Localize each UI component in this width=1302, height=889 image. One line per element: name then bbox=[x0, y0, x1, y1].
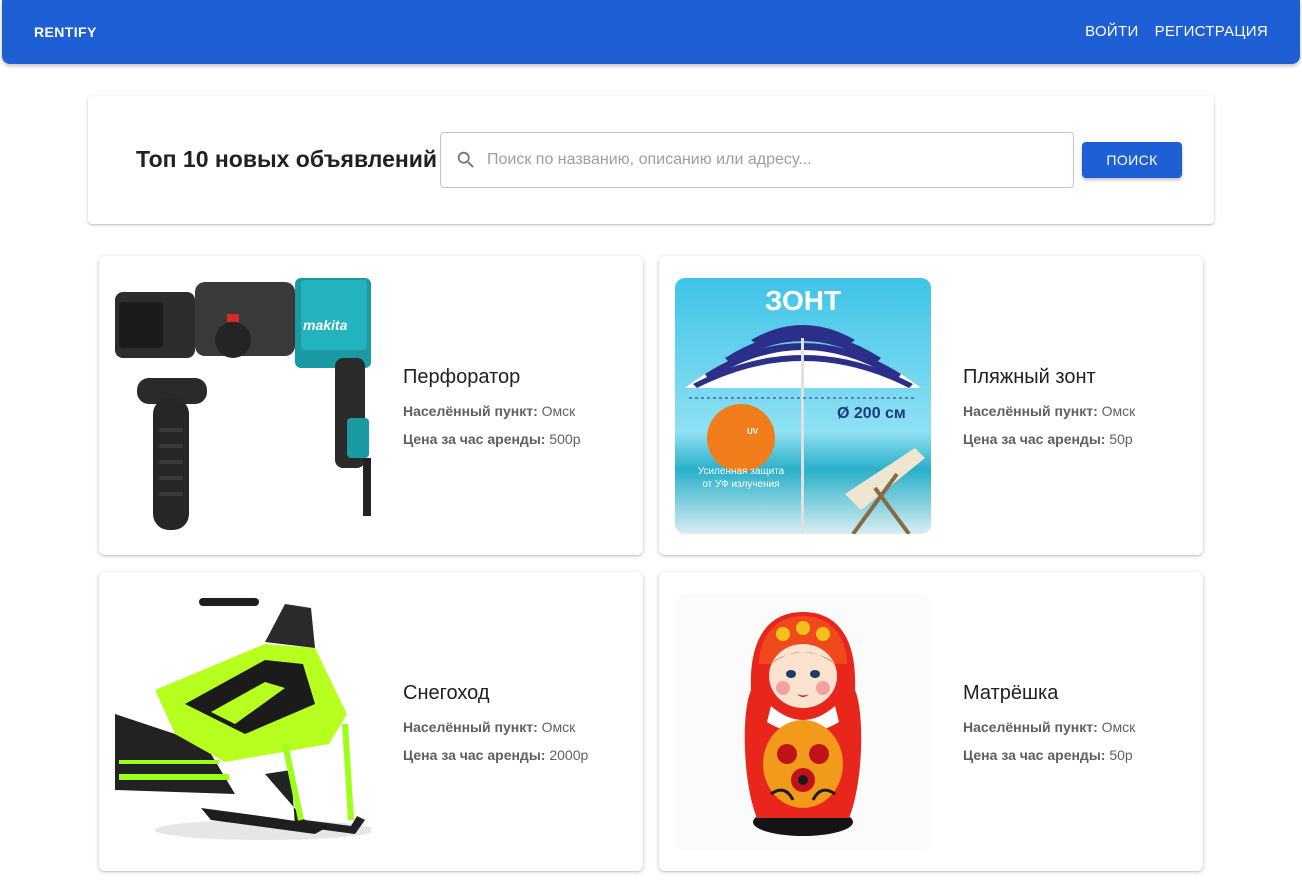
city-label: Населённый пункт: bbox=[403, 719, 538, 735]
price-value: 50р bbox=[1109, 747, 1133, 763]
listing-info: Пляжный зонт Населённый пункт: Омск Цена… bbox=[963, 366, 1135, 459]
listing-card[interactable]: makita Перфоратор Населённый пункт: Омск… bbox=[99, 256, 643, 555]
listing-info: Перфоратор Населённый пункт: Омск Цена з… bbox=[403, 366, 581, 459]
top-nav: ВОЙТИ РЕГИСТРАЦИЯ bbox=[1085, 23, 1268, 40]
uv-caption-2: от УФ излучения bbox=[702, 479, 779, 490]
city-value: Омск bbox=[1101, 403, 1136, 419]
search-input[interactable] bbox=[487, 133, 1057, 187]
city-label: Населённый пункт: bbox=[963, 719, 1098, 735]
listing-card[interactable]: ЗОНТ Ø 200 см UV Усиленная защита от УФ … bbox=[659, 256, 1203, 555]
listing-city: Населённый пункт: Омск bbox=[403, 719, 588, 735]
city-value: Омск bbox=[541, 719, 576, 735]
login-button[interactable]: ВОЙТИ bbox=[1085, 23, 1138, 40]
matryoshka-image bbox=[675, 594, 931, 850]
app-bar: RENTIFY ВОЙТИ РЕГИСТРАЦИЯ bbox=[2, 0, 1300, 64]
listing-price: Цена за час аренды: 2000р bbox=[403, 747, 588, 763]
price-label: Цена за час аренды: bbox=[403, 431, 546, 447]
search-icon bbox=[457, 151, 474, 168]
listing-card[interactable]: Матрёшка Населённый пункт: Омск Цена за … bbox=[659, 572, 1203, 871]
listing-price: Цена за час аренды: 50р bbox=[963, 747, 1135, 763]
register-button[interactable]: РЕГИСТРАЦИЯ bbox=[1155, 23, 1268, 40]
city-label: Населённый пункт: bbox=[963, 403, 1098, 419]
listing-title: Снегоход bbox=[403, 682, 490, 704]
umbrella-size: Ø 200 см bbox=[837, 405, 906, 422]
search-field[interactable] bbox=[440, 132, 1074, 188]
snowmobile-image bbox=[115, 594, 371, 850]
listing-price: Цена за час аренды: 50р bbox=[963, 431, 1135, 447]
listing-info: Снегоход Населённый пункт: Омск Цена за … bbox=[403, 682, 588, 775]
umbrella-heading: ЗОНТ bbox=[765, 285, 841, 316]
price-label: Цена за час аренды: bbox=[963, 747, 1106, 763]
uv-label: UV bbox=[747, 427, 759, 436]
price-value: 2000р bbox=[549, 747, 589, 763]
city-value: Омск bbox=[1101, 719, 1136, 735]
listing-title: Пляжный зонт bbox=[963, 366, 1096, 388]
search-panel: Топ 10 новых объявлений ПОИСК bbox=[88, 96, 1214, 224]
price-value: 50р bbox=[1109, 431, 1133, 447]
listing-city: Населённый пункт: Омск bbox=[963, 403, 1135, 419]
svg-text:makita: makita bbox=[303, 317, 348, 333]
listing-city: Населённый пункт: Омск bbox=[963, 719, 1135, 735]
listing-price: Цена за час аренды: 500р bbox=[403, 431, 581, 447]
listing-card[interactable]: Снегоход Населённый пункт: Омск Цена за … bbox=[99, 572, 643, 871]
city-label: Населённый пункт: bbox=[403, 403, 538, 419]
listing-city: Населённый пункт: Омск bbox=[403, 403, 581, 419]
listing-info: Матрёшка Населённый пункт: Омск Цена за … bbox=[963, 682, 1135, 775]
beach-umbrella-image: ЗОНТ Ø 200 см UV Усиленная защита от УФ … bbox=[675, 278, 931, 534]
price-value: 500р bbox=[549, 431, 581, 447]
brand-logo[interactable]: RENTIFY bbox=[34, 24, 97, 40]
uv-caption-1: Усиленная защита bbox=[698, 466, 785, 477]
price-label: Цена за час аренды: bbox=[403, 747, 546, 763]
price-label: Цена за час аренды: bbox=[963, 431, 1106, 447]
search-button[interactable]: ПОИСК bbox=[1082, 142, 1182, 178]
listing-title: Матрёшка bbox=[963, 682, 1059, 704]
listing-title: Перфоратор bbox=[403, 366, 521, 388]
page-title: Топ 10 новых объявлений bbox=[136, 146, 438, 172]
hammer-drill-image: makita bbox=[115, 278, 371, 534]
city-value: Омск bbox=[541, 403, 576, 419]
